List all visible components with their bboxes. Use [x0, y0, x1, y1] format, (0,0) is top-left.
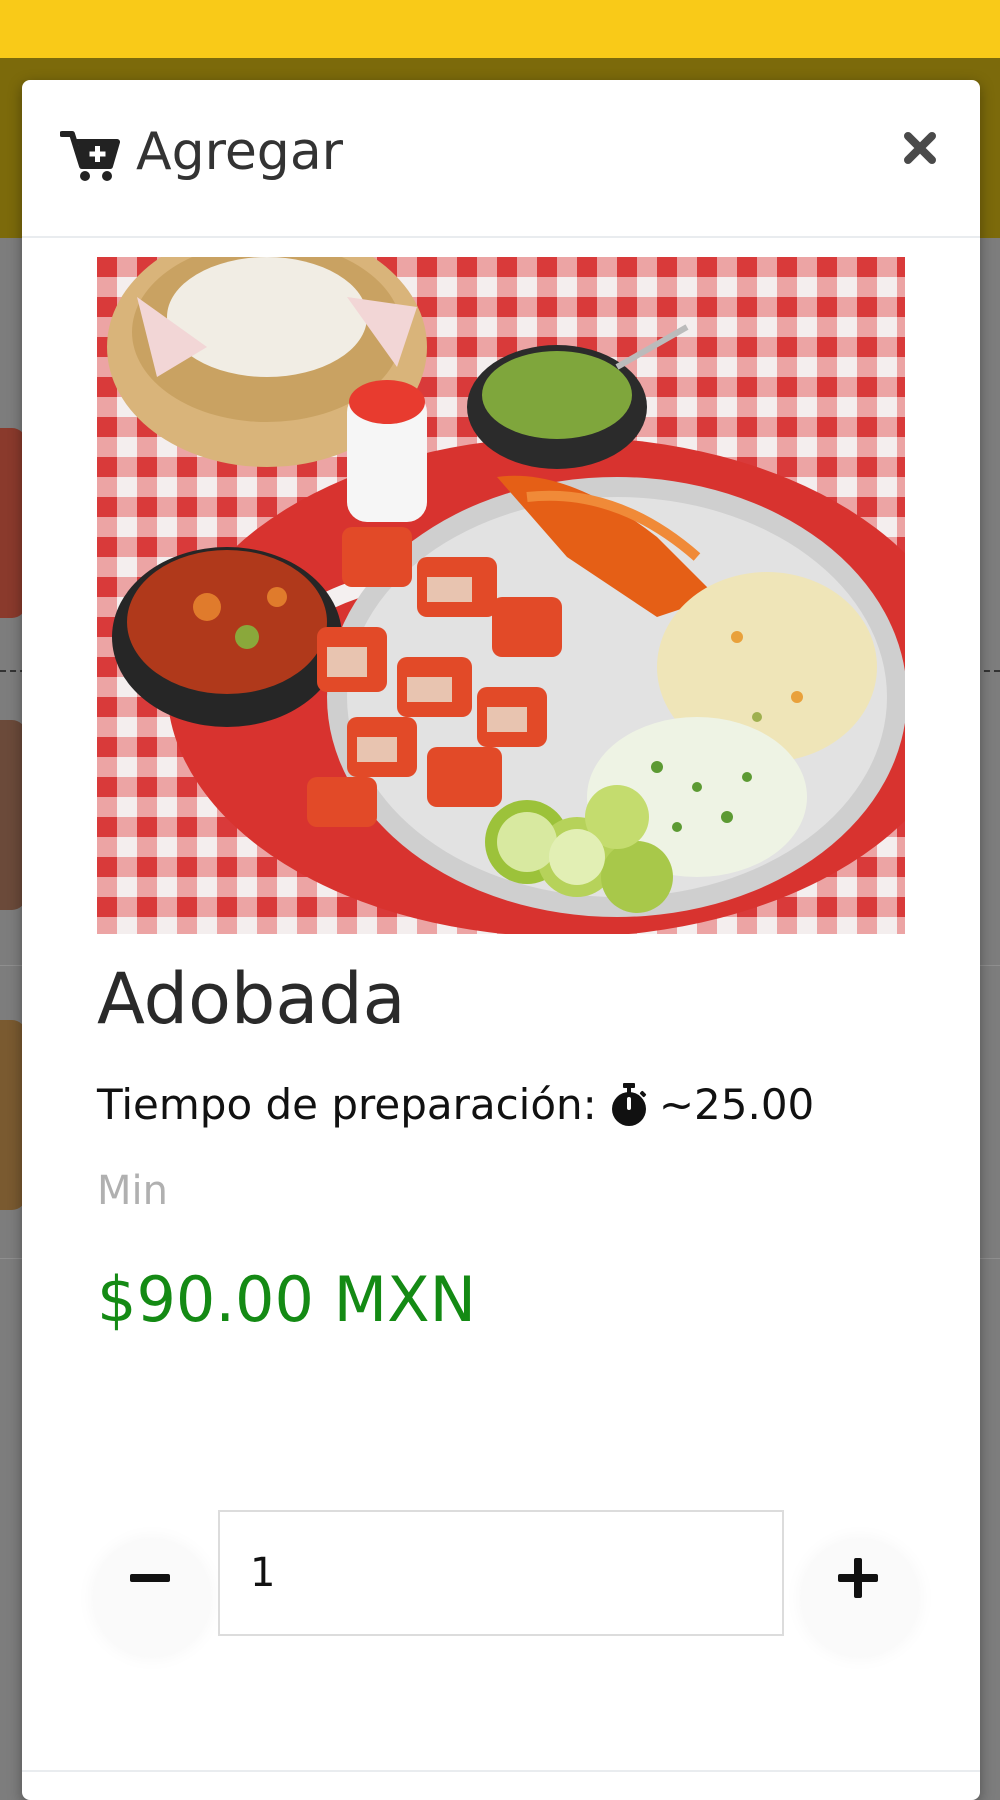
prep-time-value: ~25.00 — [658, 1080, 815, 1129]
plus-icon — [838, 1558, 878, 1598]
decrease-quantity-button[interactable] — [92, 1538, 212, 1658]
modal-title: Agregar — [136, 122, 344, 182]
modal-header: Agregar — [22, 80, 980, 238]
prep-time-label: Tiempo de preparación: — [97, 1080, 597, 1129]
quantity-input[interactable] — [218, 1510, 784, 1636]
prep-time-unit: Min — [97, 1168, 168, 1214]
product-name: Adobada — [97, 958, 406, 1040]
add-to-cart-modal: Agregar Adobada Tiempo de preparación: ~… — [22, 80, 980, 1800]
close-button[interactable] — [898, 126, 942, 170]
cart-plus-icon — [60, 131, 120, 181]
app-top-bar — [0, 0, 1000, 58]
product-price: $90.00 MXN — [97, 1263, 476, 1336]
stopwatch-icon — [611, 1082, 646, 1126]
modal-footer-divider — [22, 1770, 980, 1772]
product-image — [97, 257, 905, 934]
close-icon — [904, 132, 936, 164]
increase-quantity-button[interactable] — [800, 1538, 920, 1658]
prep-time: Tiempo de preparación: ~25.00 — [97, 1080, 814, 1129]
minus-icon — [130, 1574, 170, 1582]
food-photo — [97, 257, 905, 934]
